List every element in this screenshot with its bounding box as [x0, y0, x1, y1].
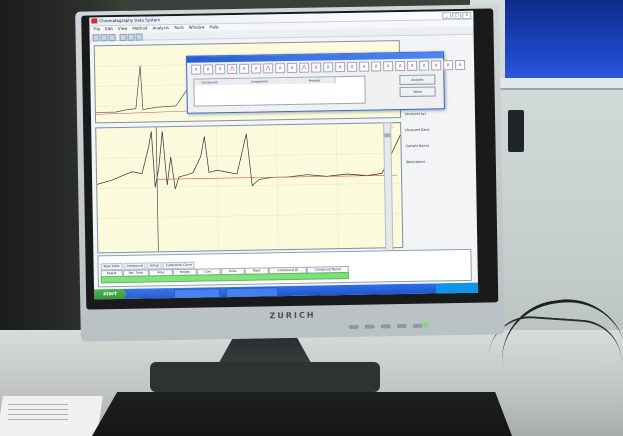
- peak-tool-icon[interactable]: ⋀: [227, 63, 238, 75]
- peak-tool-icon[interactable]: ∧: [275, 63, 286, 74]
- window-title: Chromatography Data System: [99, 17, 161, 24]
- peak-tool-icon[interactable]: ∧: [215, 64, 226, 75]
- monitor-button[interactable]: [380, 324, 391, 329]
- menu-item-file[interactable]: File: [93, 26, 100, 32]
- column-header[interactable]: Compound: [194, 79, 226, 86]
- zoom-trace: [96, 124, 402, 252]
- peak-tool-icon[interactable]: ⋀: [263, 63, 274, 74]
- window-blue-sky: [505, 0, 623, 80]
- scene: Chromatography Data System _ □ × File Ed…: [0, 0, 623, 436]
- menu-item-edit[interactable]: Edit: [105, 26, 113, 32]
- screen-content: Chromatography Data System _ □ × File Ed…: [89, 10, 479, 300]
- sample-info-panel: [Analyzed by] [Analyzed Date] [Sample Na…: [405, 111, 473, 252]
- menu-item-view[interactable]: View: [118, 26, 128, 32]
- window-sill: [498, 78, 623, 90]
- peak-tool-icon[interactable]: ∧: [239, 63, 250, 74]
- compound-dialog: ∧ ∧ ∧ ⋀ ∧ ∧ ⋀ ∧ ∧ ⋀ ∧ ∧ ∧ ∧ ∧ ∧ ∧ ∧ ∧ ∧ …: [185, 51, 466, 114]
- analyzed-date-label: [Analyzed Date]: [405, 127, 430, 132]
- cursor-icon[interactable]: [127, 33, 135, 41]
- peak-tool-icon[interactable]: ∧: [443, 60, 454, 71]
- peak-tool-icon[interactable]: ∧: [383, 61, 394, 72]
- keyboard: [92, 392, 512, 436]
- sample-name-label: [Sample Name]: [405, 143, 429, 148]
- peak-tool-icon[interactable]: ∧: [335, 62, 346, 73]
- menu-item-method[interactable]: Method: [132, 25, 147, 31]
- monitor-brand-logo: ZURICH: [269, 310, 316, 321]
- peak-tool-icon[interactable]: ∧: [395, 60, 406, 72]
- wall-device: [508, 110, 524, 152]
- power-led-icon: [423, 322, 428, 327]
- window-controls: _ □ ×: [442, 11, 472, 20]
- integrate-icon[interactable]: [135, 33, 143, 41]
- monitor-button[interactable]: [396, 323, 407, 329]
- system-tray: [435, 282, 479, 294]
- peak-tool-icon[interactable]: ∧: [323, 62, 334, 73]
- peak-tool-icon[interactable]: ∧: [191, 64, 202, 75]
- peak-tool-icon[interactable]: ∧: [371, 61, 382, 72]
- trace-legend: —: [391, 125, 395, 130]
- menu-item-help[interactable]: Help: [209, 24, 218, 30]
- minimize-button[interactable]: _: [442, 12, 452, 20]
- menu-item-tools[interactable]: Tools: [174, 25, 184, 31]
- monitor-buttons: [348, 323, 423, 329]
- app-icon: [91, 18, 98, 24]
- open-icon[interactable]: [92, 34, 100, 42]
- scroll-thumb[interactable]: [384, 133, 391, 138]
- column-header[interactable]: Process: [294, 77, 336, 84]
- column-header[interactable]: Component: [224, 77, 296, 86]
- peak-tool-icon[interactable]: ∧: [359, 61, 370, 72]
- compound-table[interactable]: Compound Component Process: [193, 75, 366, 107]
- monitor-button[interactable]: [412, 323, 423, 328]
- zoom-icon[interactable]: [119, 33, 127, 41]
- peak-tool-icon[interactable]: ∧: [311, 62, 322, 73]
- menu-item-analysis[interactable]: Analysis: [152, 25, 169, 31]
- peak-tool-icon[interactable]: ∧: [203, 64, 214, 75]
- peak-tool-icon[interactable]: ∧: [251, 63, 262, 74]
- maximize-button[interactable]: □: [452, 11, 462, 20]
- results-panel: Peak Table Compound Group Calibration Cu…: [97, 248, 472, 288]
- peak-tool-icon[interactable]: ∧: [455, 59, 466, 71]
- print-icon[interactable]: [108, 34, 116, 42]
- menu-item-window[interactable]: Window: [189, 24, 205, 30]
- save-icon[interactable]: [100, 34, 108, 42]
- peak-tool-icon[interactable]: ∧: [287, 62, 298, 74]
- analyzed-by-label: [Analyzed by]: [404, 111, 426, 116]
- peak-tool-icon[interactable]: ∧: [347, 61, 358, 72]
- peak-tool-icon[interactable]: ∧: [407, 60, 418, 71]
- monitor-button[interactable]: [348, 324, 359, 329]
- chromatogram-zoom[interactable]: —: [95, 122, 404, 254]
- monitor-bezel: Chromatography Data System _ □ × File Ed…: [75, 4, 505, 342]
- start-button[interactable]: start: [94, 288, 127, 300]
- monitor-stand-base: [150, 362, 380, 392]
- paper-text: [8, 404, 68, 424]
- peak-tool-icon[interactable]: ∧: [419, 60, 430, 71]
- close-button[interactable]: ×: [462, 11, 472, 19]
- description-label: [Description]: [405, 159, 426, 164]
- peak-tool-icon[interactable]: ⋀: [299, 62, 310, 73]
- monitor-button[interactable]: [364, 324, 375, 329]
- peak-tool-icon[interactable]: ∧: [431, 60, 442, 71]
- done-button[interactable]: Done: [399, 86, 436, 98]
- analysis-button[interactable]: Analysis: [399, 74, 436, 86]
